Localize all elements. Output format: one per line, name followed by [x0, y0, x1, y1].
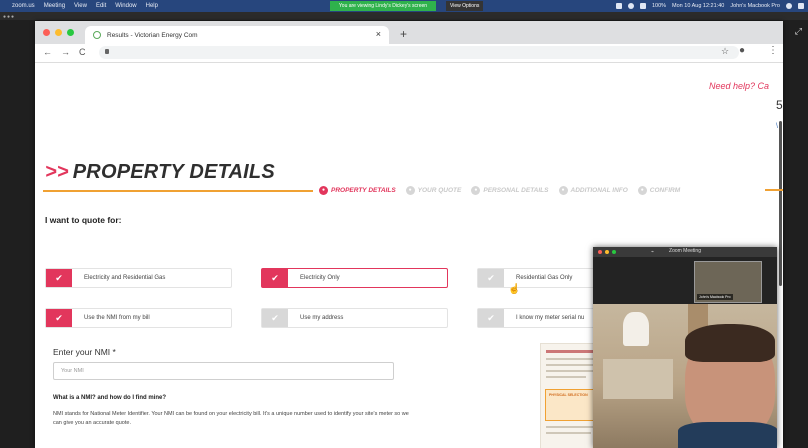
menu-edit[interactable]: Edit — [96, 3, 106, 9]
step-personal-details[interactable]: ● PERSONAL DETAILS — [471, 185, 549, 195]
screen-share-banner: You are viewing Lindy's Dickey's screen — [330, 1, 436, 11]
checkbox-unchecked-icon[interactable]: ✔ — [478, 269, 504, 287]
checkbox-unchecked-icon[interactable]: ✔ — [262, 309, 288, 327]
step-label: CONFIRM — [649, 186, 681, 194]
option-label: Electricity and Residential Gas — [84, 275, 166, 281]
browser-menu-icon[interactable]: ⋮ — [768, 45, 778, 56]
zoom-share-strip: ●●● — [0, 12, 808, 20]
option-use-my-address[interactable]: ✔ Use my address — [261, 308, 448, 328]
menu-window[interactable]: Window — [115, 3, 136, 9]
option-electricity-only[interactable]: ✔ Electricity Only — [261, 268, 448, 288]
step-confirm[interactable]: ● CONFIRM — [637, 185, 681, 195]
bookmark-star-icon[interactable]: ☆ — [721, 46, 729, 57]
participant-thumbnail[interactable]: John's Macbook Pro — [694, 261, 762, 303]
window-dots-icon: ●●● — [3, 14, 16, 20]
fullscreen-icon[interactable]: ⤢ — [795, 26, 802, 37]
menu-view[interactable]: View — [74, 3, 87, 9]
option-label: Electricity Only — [300, 275, 340, 281]
tab-title: Results - Victorian Energy Com — [107, 31, 198, 39]
zoom-title: Zoom Meeting — [669, 248, 701, 254]
tab-close-icon[interactable]: × — [376, 29, 381, 39]
step-property-details[interactable]: ● PROPERTY DETAILS — [319, 185, 396, 195]
control-center-icon[interactable] — [798, 3, 804, 9]
menubar-status: 100% Mon 10 Aug 12:21:40 John's Macbook … — [615, 0, 804, 12]
option-electricity-and-gas[interactable]: ✔ Electricity and Residential Gas — [45, 268, 232, 288]
mouse-cursor-icon: ☝ — [508, 284, 521, 295]
step-icon: ● — [405, 185, 415, 195]
mac-menubar: zoom.us Meeting View Edit Window Help Yo… — [0, 0, 808, 12]
clock-text[interactable]: Mon 10 Aug 12:21:40 — [672, 3, 724, 9]
title-chevron-icon: >> — [45, 161, 69, 183]
step-label: PROPERTY DETAILS — [331, 186, 396, 194]
tab-results[interactable]: Results - Victorian Energy Com × — [85, 26, 389, 44]
step-label: PERSONAL DETAILS — [483, 186, 549, 194]
close-window-icon[interactable] — [43, 29, 50, 36]
nmi-input[interactable]: Your NMI — [53, 362, 394, 380]
checkbox-checked-icon[interactable]: ✔ — [262, 269, 288, 287]
site-favicon-icon — [93, 31, 101, 39]
phone-number-fragment: 5 — [776, 98, 783, 112]
steps-underline — [765, 189, 783, 191]
menu-app[interactable]: zoom.us — [12, 3, 35, 9]
step-additional-info[interactable]: ● ADDITIONAL INFO — [558, 185, 628, 195]
new-tab-button[interactable]: + — [400, 27, 407, 41]
bill-highlight-label: PHYSICAL SELECTION — [549, 393, 588, 397]
page-title-text: PROPERTY DETAILS — [72, 161, 275, 183]
checkbox-checked-icon[interactable]: ✔ — [46, 309, 72, 327]
option-nmi-from-bill[interactable]: ✔ Use the NMI from my bill — [45, 308, 232, 328]
url-input[interactable] — [99, 46, 739, 59]
tab-bar: Results - Victorian Energy Com × + — [35, 21, 783, 44]
reload-icon[interactable]: C — [79, 47, 86, 57]
step-label: ADDITIONAL INFO — [570, 186, 628, 194]
zoom-meeting-window[interactable]: ⌁ Zoom Meeting John's Macbook Pro — [593, 247, 777, 448]
quote-for-heading: I want to quote for: — [45, 215, 122, 225]
progress-steps: ● PROPERTY DETAILS ● YOUR QUOTE ● PERSON… — [319, 183, 779, 197]
menu-help[interactable]: Help — [146, 3, 158, 9]
step-label: YOUR QUOTE — [417, 186, 462, 194]
speaker-video — [593, 304, 777, 448]
account-icon[interactable]: ● — [739, 45, 745, 56]
view-options-button[interactable]: View Options — [446, 1, 484, 11]
zoom-status-icon[interactable] — [615, 3, 622, 9]
nmi-label: Enter your NMI * — [53, 347, 116, 357]
battery-text[interactable]: 100% — [652, 3, 666, 9]
link-fragment[interactable]: \ — [776, 123, 778, 130]
step-icon: ● — [637, 185, 647, 195]
option-label: Use the NMI from my bill — [84, 315, 150, 321]
user-name[interactable]: John's Macbook Pro — [730, 3, 780, 9]
lock-icon — [105, 49, 109, 54]
step-icon: ● — [319, 185, 328, 195]
menu-meeting[interactable]: Meeting — [44, 3, 65, 9]
option-label: Residential Gas Only — [516, 275, 573, 281]
option-label: Use my address — [300, 315, 344, 321]
volume-icon[interactable] — [639, 3, 646, 9]
title-underline — [43, 190, 313, 192]
checkbox-unchecked-icon[interactable]: ✔ — [478, 309, 504, 327]
option-label: I know my meter serial nu — [516, 315, 585, 321]
step-your-quote[interactable]: ● YOUR QUOTE — [405, 185, 462, 195]
address-bar: ← → C ☆ ● ⋮ — [35, 44, 783, 63]
participant-name: John's Macbook Pro — [697, 294, 733, 300]
page-scrollbar[interactable] — [779, 121, 782, 286]
minimize-window-icon[interactable] — [55, 29, 62, 36]
nmi-help-heading: What is a NMI? and how do I find mine? — [53, 395, 166, 401]
window-controls — [43, 29, 74, 36]
wifi-icon[interactable] — [627, 3, 634, 9]
spotlight-icon[interactable] — [786, 3, 792, 9]
checkbox-checked-icon[interactable]: ✔ — [46, 269, 72, 287]
step-icon: ● — [471, 185, 481, 195]
back-icon[interactable]: ← — [43, 47, 52, 57]
maximize-window-icon[interactable] — [67, 29, 74, 36]
step-icon: ● — [558, 185, 568, 195]
need-help-link[interactable]: Need help? Ca — [709, 81, 769, 91]
zoom-titlebar[interactable]: ⌁ Zoom Meeting — [593, 247, 777, 257]
forward-icon[interactable]: → — [61, 47, 70, 57]
page-title: >> PROPERTY DETAILS — [45, 161, 275, 184]
nmi-help-text: NMI stands for National Meter Identifier… — [53, 411, 409, 426]
